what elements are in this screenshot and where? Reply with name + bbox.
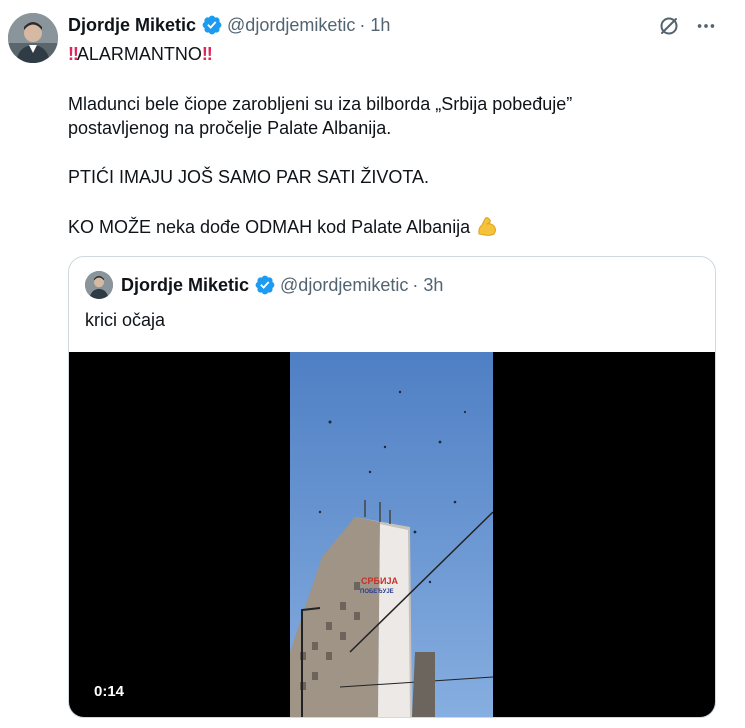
alarm-text: ALARMANTNO	[76, 44, 202, 64]
text-line: postavljenog na pročelje Palate Albanija…	[68, 118, 392, 138]
quoted-tweet[interactable]: Djordje Miketic @djordjemiketic · 3h kri…	[68, 256, 716, 718]
tweet-actions	[657, 14, 717, 38]
double-exclamation-icon: ‼	[201, 44, 213, 64]
video-frame: СРБИЈА ПОБЕЂУЈЕ	[290, 352, 493, 717]
text-line: KO MOŽE neka dođe ODMAH kod Palate Alban…	[68, 217, 471, 237]
text-line: Mladunci bele čiope zarobljeni su iza bi…	[68, 94, 573, 114]
billboard-text: СРБИЈА	[361, 576, 398, 586]
tweet-time[interactable]: · 1h	[359, 15, 390, 36]
video-timer: 0:14	[94, 683, 125, 700]
author-handle[interactable]: @djordjemiketic	[227, 15, 355, 36]
verified-badge-icon	[202, 15, 222, 35]
billboard-text: ПОБЕЂУЈЕ	[360, 589, 394, 595]
tweet-header: Djordje Miketic @djordjemiketic · 1h	[68, 13, 390, 37]
more-icon[interactable]	[695, 15, 717, 37]
video-player[interactable]: СРБИЈА ПОБЕЂУЈЕ 0:14	[69, 352, 715, 717]
avatar[interactable]	[85, 271, 113, 299]
grok-icon[interactable]	[657, 14, 681, 38]
avatar[interactable]	[8, 13, 58, 63]
flexed-biceps-icon	[478, 217, 497, 236]
double-exclamation-icon: ‼	[68, 44, 79, 64]
quoted-tweet-header: Djordje Miketic @djordjemiketic · 3h	[85, 271, 443, 299]
tweet-time: · 3h	[412, 274, 444, 295]
author-name[interactable]: Djordje Miketic	[121, 275, 249, 296]
author-name[interactable]: Djordje Miketic	[68, 15, 196, 36]
text-line: PTIĆI IMAJU JOŠ SAMO PAR SATI ŽIVOTA.	[68, 167, 430, 187]
quoted-tweet-text: krici očaja	[85, 310, 166, 330]
tweet-text: ‼ALARMANTNO‼ Mladunci bele čiope zaroblj…	[68, 42, 728, 264]
author-handle: @djordjemiketic	[280, 274, 409, 295]
verified-badge-icon	[255, 275, 275, 295]
